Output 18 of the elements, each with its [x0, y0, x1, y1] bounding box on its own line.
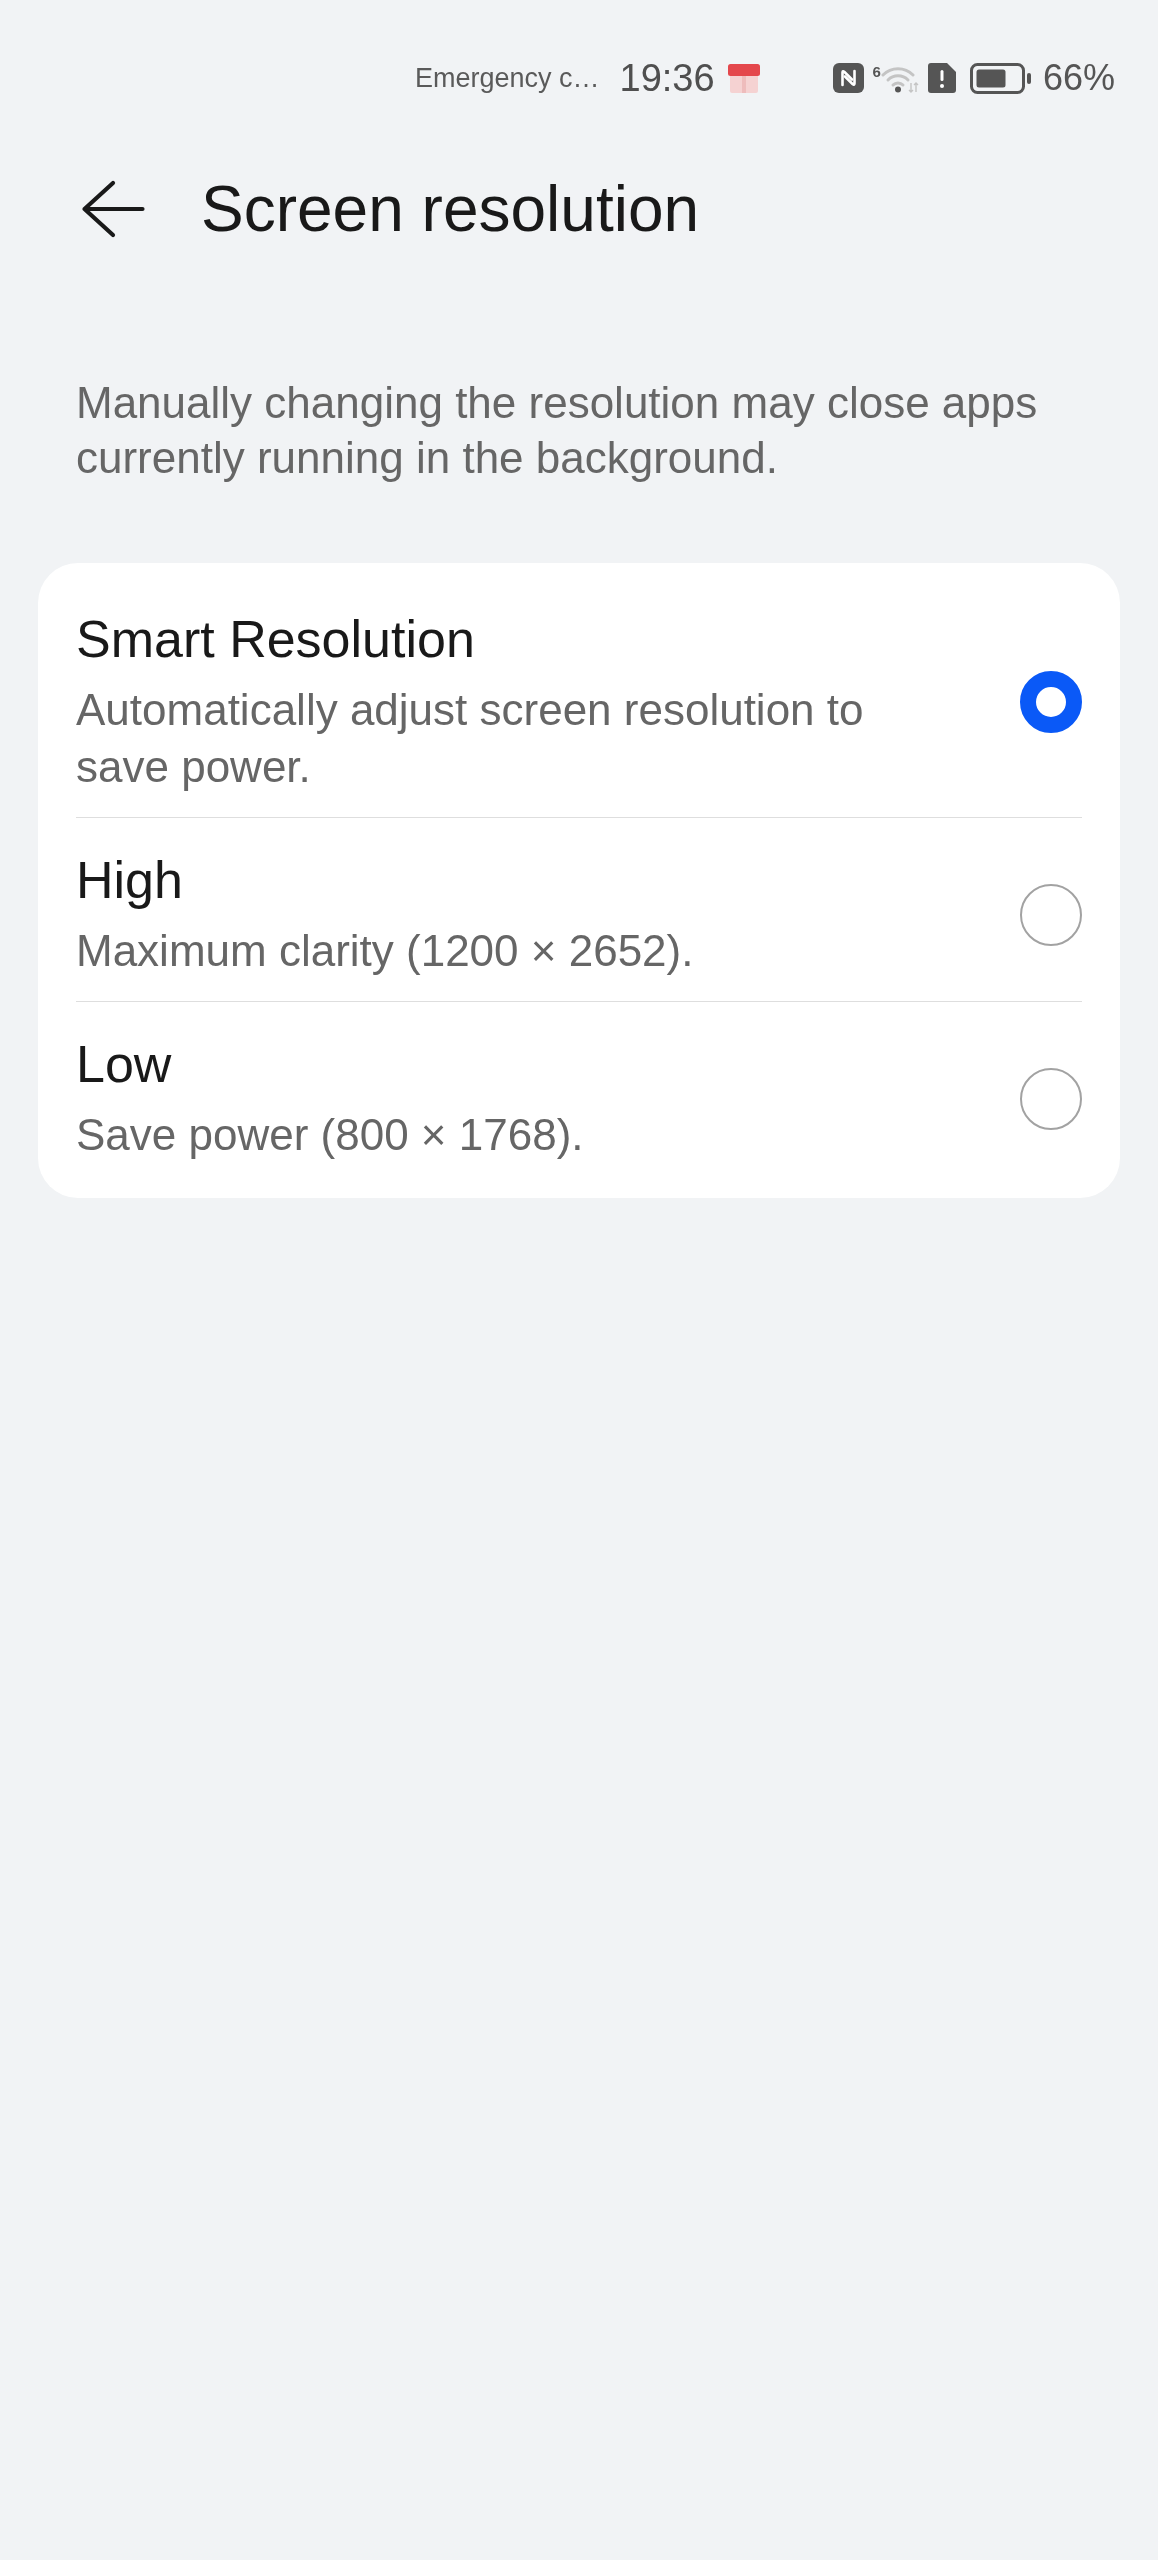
- option-title: Low: [76, 1034, 173, 1094]
- option-description: Save power (800 × 1768).: [76, 1109, 585, 1161]
- wifi-icon: [880, 65, 919, 93]
- battery-icon: [969, 62, 1031, 94]
- sim-alert-icon: [927, 63, 956, 93]
- option-title: Smart Resolution: [76, 609, 476, 669]
- option-description: Automatically adjust screen resolution to save power.: [76, 684, 865, 793]
- back-icon[interactable]: [81, 180, 145, 238]
- description-text: Manually changing the resolution may close apps currently running in the background.: [76, 377, 1039, 484]
- option-description: Maximum clarity (1200 × 2652).: [76, 925, 695, 977]
- nfc-icon: [832, 63, 864, 93]
- option-title: High: [76, 850, 184, 910]
- package-icon: [726, 63, 761, 93]
- wifi-generation-label: 6: [872, 64, 881, 80]
- battery-percentage: 66%: [1042, 57, 1115, 99]
- page-title: Screen resolution: [201, 172, 700, 247]
- notification-text: Emergency c…: [414, 62, 600, 94]
- clock-time: 19:36: [619, 56, 715, 100]
